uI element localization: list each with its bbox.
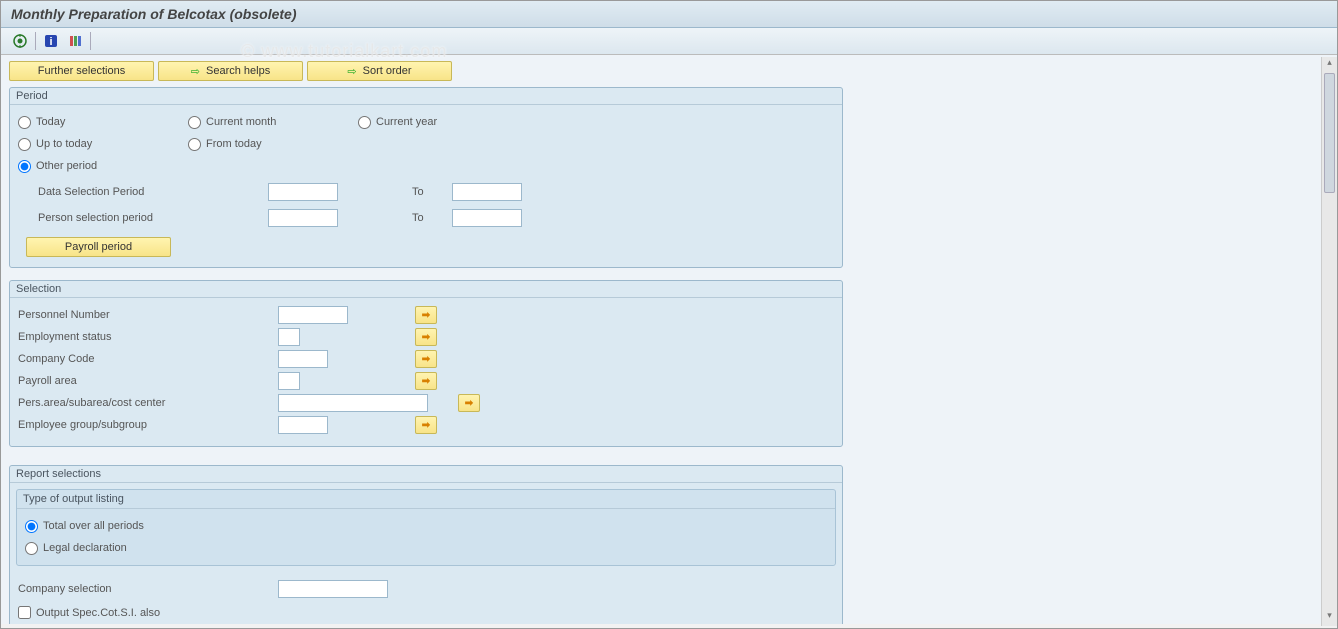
data-selection-from-input[interactable] <box>268 183 338 201</box>
scroll-down-icon[interactable]: ▾ <box>1322 610 1337 626</box>
radio-from-today-label: From today <box>206 138 262 150</box>
person-selection-to-input[interactable] <box>452 209 522 227</box>
company-selection-label: Company selection <box>18 583 278 595</box>
data-selection-to-input[interactable] <box>452 183 522 201</box>
sort-order-button[interactable]: ⇨ Sort order <box>307 61 452 81</box>
further-selections-button[interactable]: Further selections <box>9 61 154 81</box>
scroll-thumb[interactable] <box>1324 73 1335 193</box>
selection-legend: Selection <box>10 281 842 298</box>
further-selections-label: Further selections <box>38 65 125 77</box>
vertical-scrollbar[interactable]: ▴ ▾ <box>1321 57 1337 626</box>
pers-area-multi-button[interactable] <box>458 394 480 412</box>
payroll-area-multi-button[interactable] <box>415 372 437 390</box>
radio-current-year-label: Current year <box>376 116 437 128</box>
output-type-subgroup: Type of output listing Total over all pe… <box>16 489 836 566</box>
company-selection-input[interactable] <box>278 580 388 598</box>
report-selections-group: Report selections Type of output listing… <box>9 465 843 624</box>
output-spec-label: Output Spec.Cot.S.I. also <box>36 607 160 619</box>
to-label: To <box>412 186 432 198</box>
period-legend: Period <box>10 88 842 105</box>
radio-up-to-today[interactable]: Up to today <box>18 138 92 151</box>
sort-order-label: Sort order <box>363 65 412 77</box>
employment-status-input[interactable] <box>278 328 300 346</box>
data-selection-period-label: Data Selection Period <box>18 186 268 198</box>
radio-from-today[interactable]: From today <box>188 138 262 151</box>
variant-icon[interactable] <box>66 32 84 50</box>
personnel-number-label: Personnel Number <box>18 309 278 321</box>
radio-today[interactable]: Today <box>18 116 65 129</box>
radio-current-month[interactable]: Current month <box>188 116 276 129</box>
company-code-label: Company Code <box>18 353 278 365</box>
radio-other-period[interactable]: Other period <box>18 160 97 173</box>
radio-legal-declaration[interactable]: Legal declaration <box>25 542 127 555</box>
radio-up-to-today-label: Up to today <box>36 138 92 150</box>
selection-button-row: Further selections ⇨ Search helps ⇨ Sort… <box>1 55 1337 87</box>
employment-status-multi-button[interactable] <box>415 328 437 346</box>
payroll-area-label: Payroll area <box>18 375 278 387</box>
radio-today-label: Today <box>36 116 65 128</box>
employment-status-label: Employment status <box>18 331 278 343</box>
person-selection-period-label: Person selection period <box>18 212 268 224</box>
radio-current-year[interactable]: Current year <box>358 116 437 129</box>
radio-total-periods-label: Total over all periods <box>43 520 144 532</box>
radio-other-period-label: Other period <box>36 160 97 172</box>
search-helps-button[interactable]: ⇨ Search helps <box>158 61 303 81</box>
radio-current-month-label: Current month <box>206 116 276 128</box>
payroll-area-input[interactable] <box>278 372 300 390</box>
company-code-input[interactable] <box>278 350 328 368</box>
employee-group-input[interactable] <box>278 416 328 434</box>
output-spec-checkbox[interactable] <box>18 606 31 619</box>
person-selection-from-input[interactable] <box>268 209 338 227</box>
info-icon[interactable]: i <box>42 32 60 50</box>
radio-total-periods[interactable]: Total over all periods <box>25 520 144 533</box>
period-group: Period Today Current month Current year … <box>9 87 843 268</box>
arrow-right-icon: ⇨ <box>347 65 356 78</box>
main-content: Period Today Current month Current year … <box>1 87 1337 624</box>
execute-icon[interactable] <box>11 32 29 50</box>
page-title: Monthly Preparation of Belcotax (obsolet… <box>1 1 1337 28</box>
toolbar-separator <box>35 32 36 50</box>
page-title-text: Monthly Preparation of Belcotax (obsolet… <box>11 6 296 22</box>
report-selections-legend: Report selections <box>10 466 842 483</box>
payroll-period-label: Payroll period <box>65 241 132 253</box>
employee-group-label: Employee group/subgroup <box>18 419 278 431</box>
pers-area-label: Pers.area/subarea/cost center <box>18 397 278 409</box>
personnel-number-multi-button[interactable] <box>415 306 437 324</box>
payroll-period-button[interactable]: Payroll period <box>26 237 171 257</box>
output-type-legend: Type of output listing <box>17 490 835 509</box>
employee-group-multi-button[interactable] <box>415 416 437 434</box>
search-helps-label: Search helps <box>206 65 270 77</box>
app-toolbar: i <box>1 28 1337 55</box>
to-label: To <box>412 212 432 224</box>
selection-group: Selection Personnel Number Employment st… <box>9 280 843 447</box>
pers-area-input[interactable] <box>278 394 428 412</box>
toolbar-separator <box>90 32 91 50</box>
radio-legal-declaration-label: Legal declaration <box>43 542 127 554</box>
personnel-number-input[interactable] <box>278 306 348 324</box>
company-code-multi-button[interactable] <box>415 350 437 368</box>
svg-text:i: i <box>49 36 52 48</box>
scroll-up-icon[interactable]: ▴ <box>1322 57 1337 73</box>
arrow-right-icon: ⇨ <box>191 65 200 78</box>
